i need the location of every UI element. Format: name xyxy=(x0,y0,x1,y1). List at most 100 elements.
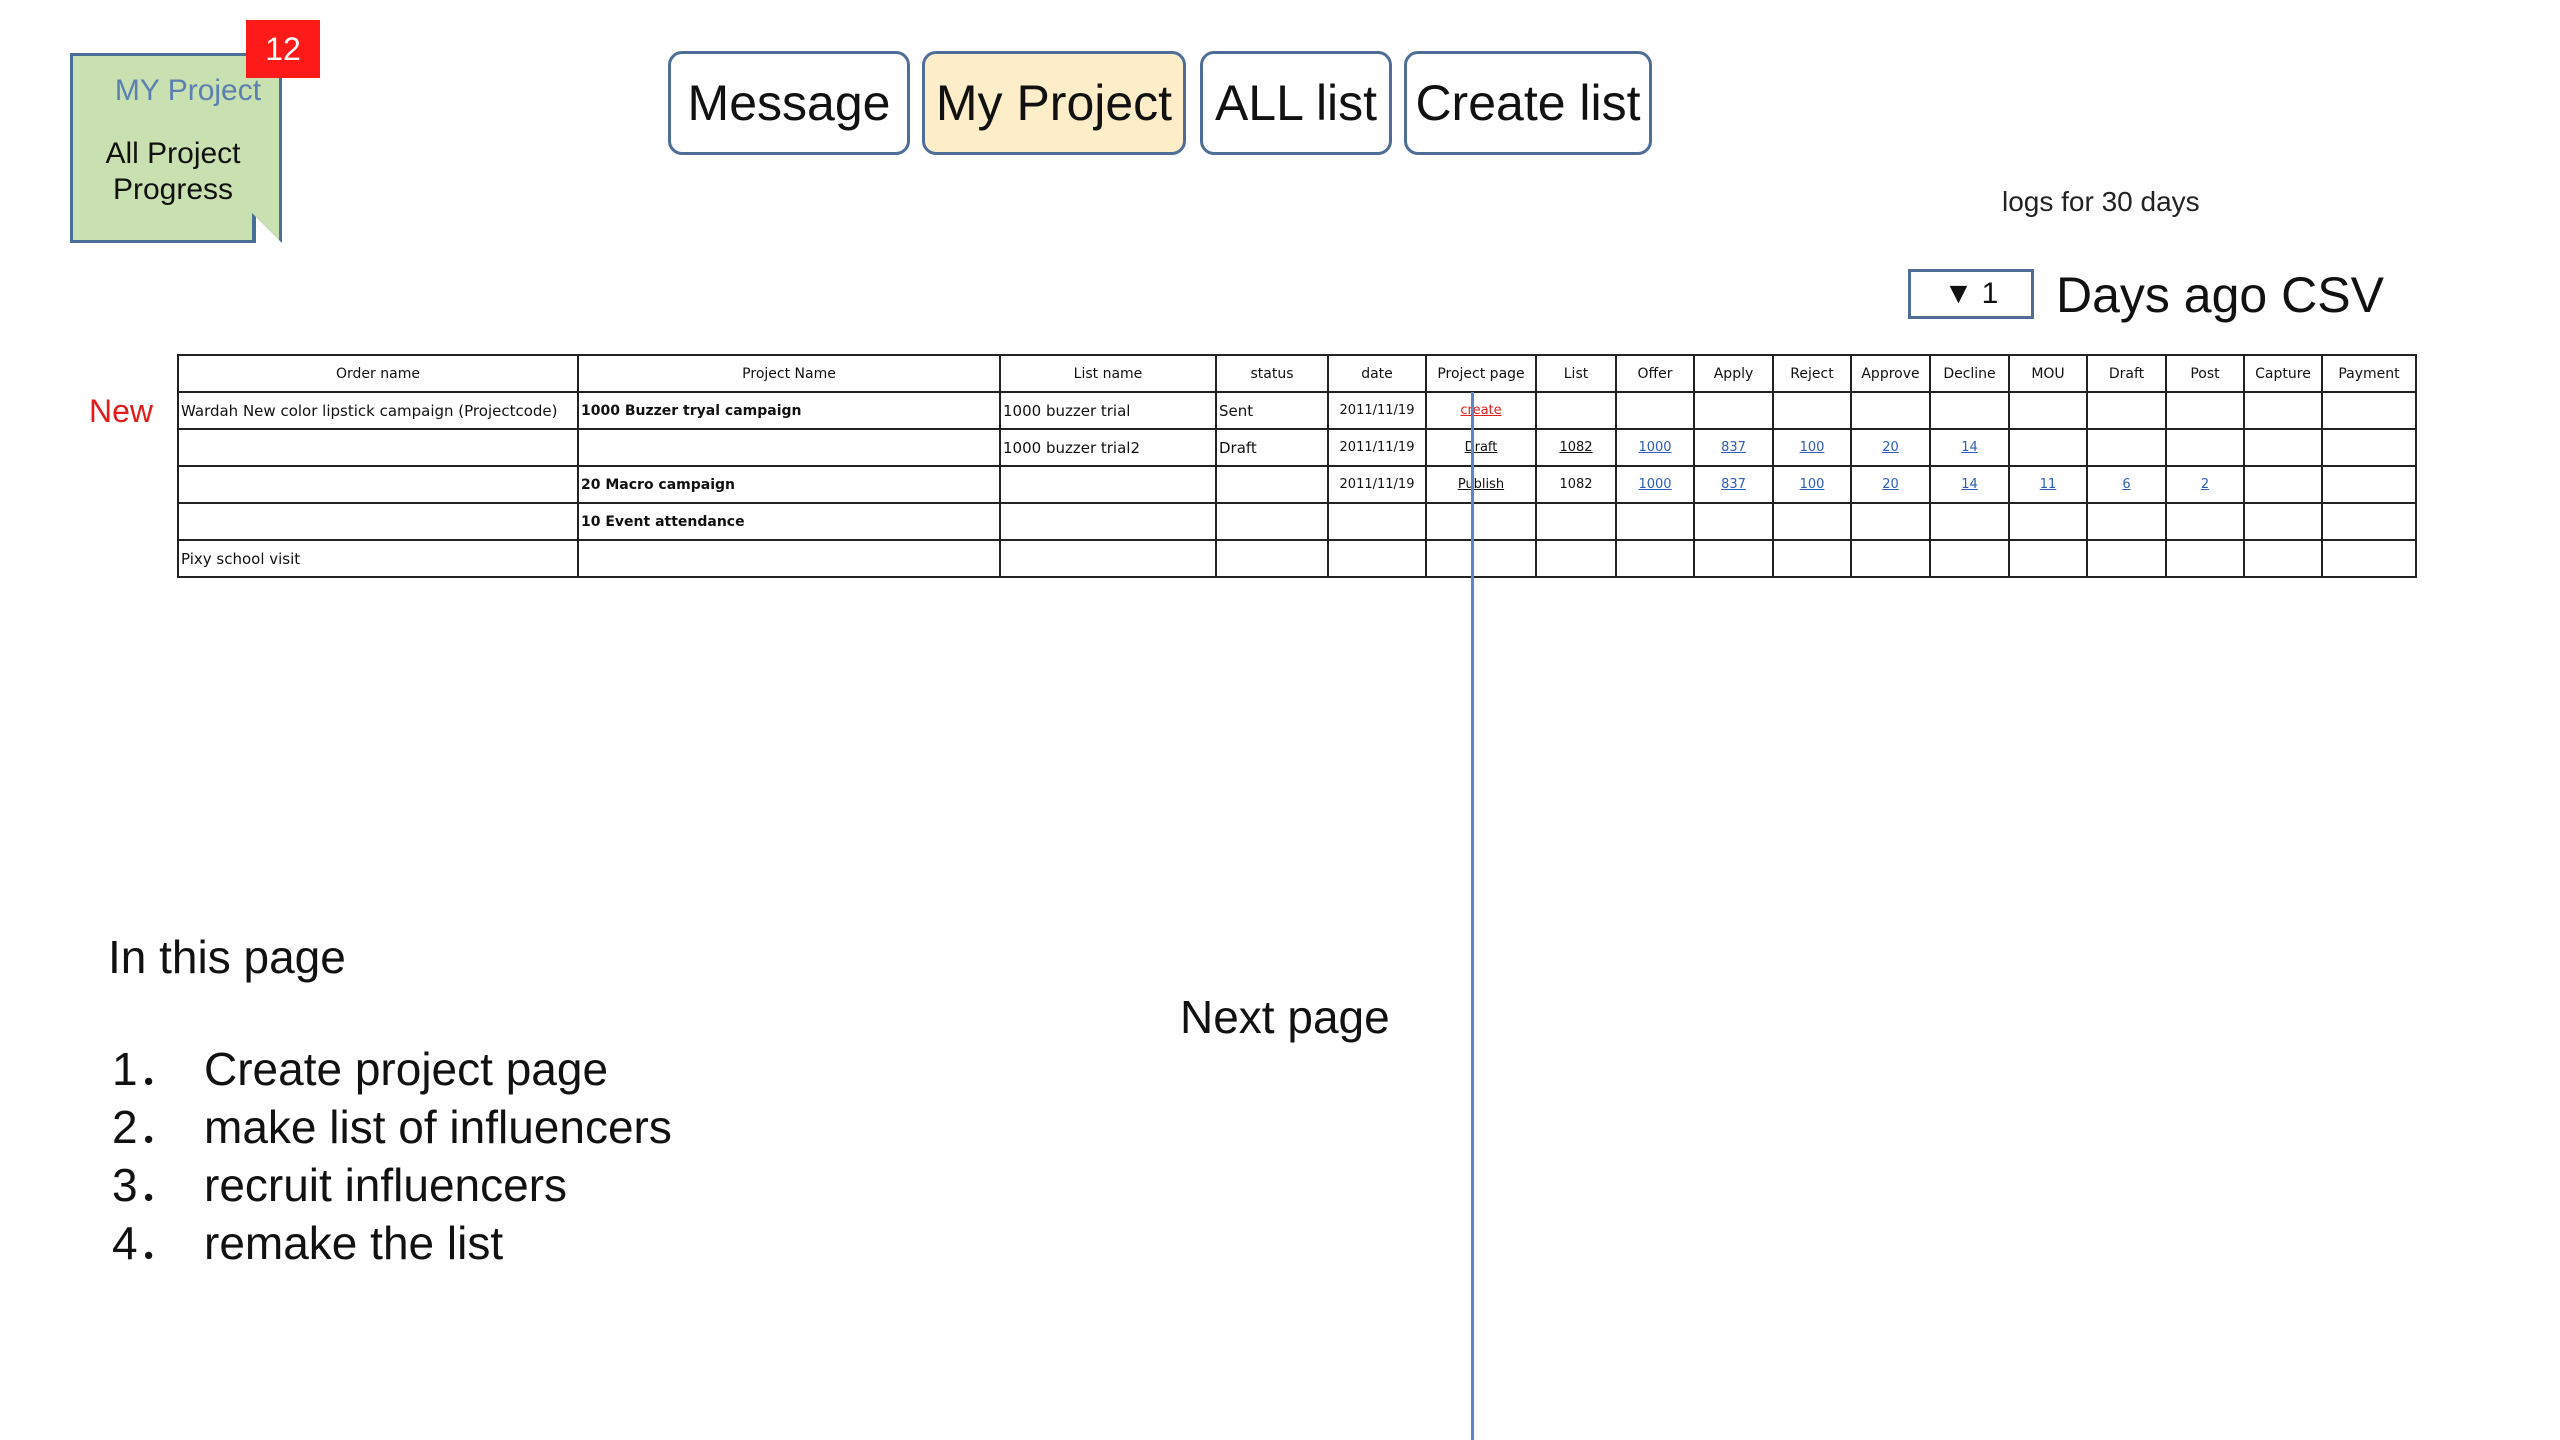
order-name-cell[interactable]: Pixy school visit xyxy=(177,539,579,578)
draft-count-link[interactable]: 6 xyxy=(2122,477,2130,492)
date-cell: 2011/11/19 xyxy=(1327,391,1427,430)
column-header: Apply xyxy=(1693,354,1774,393)
approve-link[interactable]: 20 xyxy=(1882,477,1899,492)
table-cell xyxy=(1693,391,1774,430)
tab-label: My Project xyxy=(935,75,1173,131)
decline-link[interactable]: 14 xyxy=(1961,440,1978,455)
draft-cell: 6 xyxy=(2086,465,2167,504)
table-cell xyxy=(1772,539,1852,578)
status-cell: Sent xyxy=(1215,391,1329,430)
days-ago-select[interactable]: ▼ 1 xyxy=(1908,269,2034,319)
table-cell xyxy=(2165,428,2245,467)
column-header: status xyxy=(1215,354,1329,393)
status-cell: Draft xyxy=(1215,428,1329,467)
list-count-cell: 1082 xyxy=(1535,465,1617,504)
column-header: Project Name xyxy=(577,354,1001,393)
table-row: 1000 buzzer trial2 Draft 2011/11/19 Draf… xyxy=(177,428,2417,467)
offer-cell: 1000 xyxy=(1615,428,1695,467)
date-cell: 2011/11/19 xyxy=(1327,428,1427,467)
project-page-cell: create xyxy=(1425,391,1537,430)
table-cell xyxy=(2165,502,2245,541)
draft-link[interactable]: Draft xyxy=(1465,440,1498,455)
decline-cell: 14 xyxy=(1929,465,2010,504)
my-project-card[interactable]: MY Project All Project Progress xyxy=(70,53,282,243)
date-cell xyxy=(1327,539,1427,578)
step-text: make list of influencers xyxy=(204,1101,672,1153)
column-header: Approve xyxy=(1850,354,1931,393)
table-cell xyxy=(1850,391,1931,430)
table-cell xyxy=(2165,391,2245,430)
decline-link[interactable]: 14 xyxy=(1961,477,1978,492)
column-header: Payment xyxy=(2321,354,2417,393)
column-header: MOU xyxy=(2008,354,2088,393)
next-page-label: Next page xyxy=(1180,991,1390,1043)
reject-cell: 100 xyxy=(1772,465,1852,504)
table-row: Wardah New color lipstick campaign (Proj… xyxy=(177,391,2417,430)
project-page-cell xyxy=(1425,539,1537,578)
tab-message[interactable]: Message xyxy=(668,51,910,155)
list-count-link[interactable]: 1082 xyxy=(1559,440,1592,455)
project-name-cell[interactable]: 10 Event attendance xyxy=(577,502,1001,541)
table-cell xyxy=(1850,539,1931,578)
table-cell xyxy=(2321,502,2417,541)
tab-label: ALL list xyxy=(1214,75,1378,131)
project-name-cell[interactable]: 1000 Buzzer tryal campaign xyxy=(577,391,1001,430)
card-title: MY Project xyxy=(114,74,262,107)
table-cell xyxy=(2243,428,2323,467)
mou-link[interactable]: 11 xyxy=(2040,477,2057,492)
card-text: All Project Progress xyxy=(105,137,241,206)
table-cell xyxy=(2321,428,2417,467)
publish-link[interactable]: Publish xyxy=(1458,477,1504,492)
post-link[interactable]: 2 xyxy=(2201,477,2209,492)
apply-cell: 837 xyxy=(1693,428,1774,467)
logs-label: logs for 30 days xyxy=(2002,186,2200,217)
table-cell xyxy=(2243,465,2323,504)
apply-link[interactable]: 837 xyxy=(1721,440,1746,455)
create-link[interactable]: create xyxy=(1460,403,1501,418)
status-cell xyxy=(1215,502,1329,541)
approve-link[interactable]: 20 xyxy=(1882,440,1899,455)
table-cell xyxy=(1535,502,1617,541)
column-header: Reject xyxy=(1772,354,1852,393)
project-page-cell: Draft xyxy=(1425,428,1537,467)
list-name-cell xyxy=(999,465,1217,504)
new-label: New xyxy=(89,393,154,429)
table-cell xyxy=(1615,502,1695,541)
table-cell xyxy=(1693,539,1774,578)
tab-create-list[interactable]: Create list xyxy=(1404,51,1652,155)
step-number: 2． xyxy=(112,1101,184,1153)
offer-link[interactable]: 1000 xyxy=(1638,440,1671,455)
order-name-cell xyxy=(177,465,579,504)
approve-cell: 20 xyxy=(1850,465,1931,504)
table-cell xyxy=(2243,502,2323,541)
approve-cell: 20 xyxy=(1850,428,1931,467)
apply-link[interactable]: 837 xyxy=(1721,477,1746,492)
step-number: 3． xyxy=(112,1159,184,1211)
reject-link[interactable]: 100 xyxy=(1800,477,1825,492)
project-name-cell[interactable]: 20 Macro campaign xyxy=(577,465,1001,504)
step-text: recruit influencers xyxy=(204,1159,568,1211)
table-cell xyxy=(2008,428,2088,467)
table-cell xyxy=(1615,539,1695,578)
table-cell xyxy=(2321,391,2417,430)
table-cell xyxy=(1929,539,2010,578)
table-row: 10 Event attendance xyxy=(177,502,2417,541)
tab-my-project[interactable]: My Project xyxy=(922,51,1186,155)
date-cell xyxy=(1327,502,1427,541)
list-name-cell[interactable]: 1000 buzzer trial2 xyxy=(999,428,1217,467)
tab-label: Message xyxy=(687,75,891,131)
list-item: 4． remake the list xyxy=(112,1214,672,1272)
date-cell: 2011/11/19 xyxy=(1327,465,1427,504)
offer-link[interactable]: 1000 xyxy=(1638,477,1671,492)
step-number: 1． xyxy=(112,1043,184,1095)
decline-cell: 14 xyxy=(1929,428,2010,467)
reject-link[interactable]: 100 xyxy=(1800,440,1825,455)
step-text: Create project page xyxy=(204,1043,609,1095)
step-number: 4． xyxy=(112,1217,184,1269)
order-name-cell[interactable]: Wardah New color lipstick campaign (Proj… xyxy=(177,391,579,430)
tab-all-list[interactable]: ALL list xyxy=(1200,51,1392,155)
connector-line xyxy=(1471,392,1474,1440)
list-name-cell[interactable]: 1000 buzzer trial xyxy=(999,391,1217,430)
mou-cell: 11 xyxy=(2008,465,2088,504)
table-cell xyxy=(2086,502,2167,541)
